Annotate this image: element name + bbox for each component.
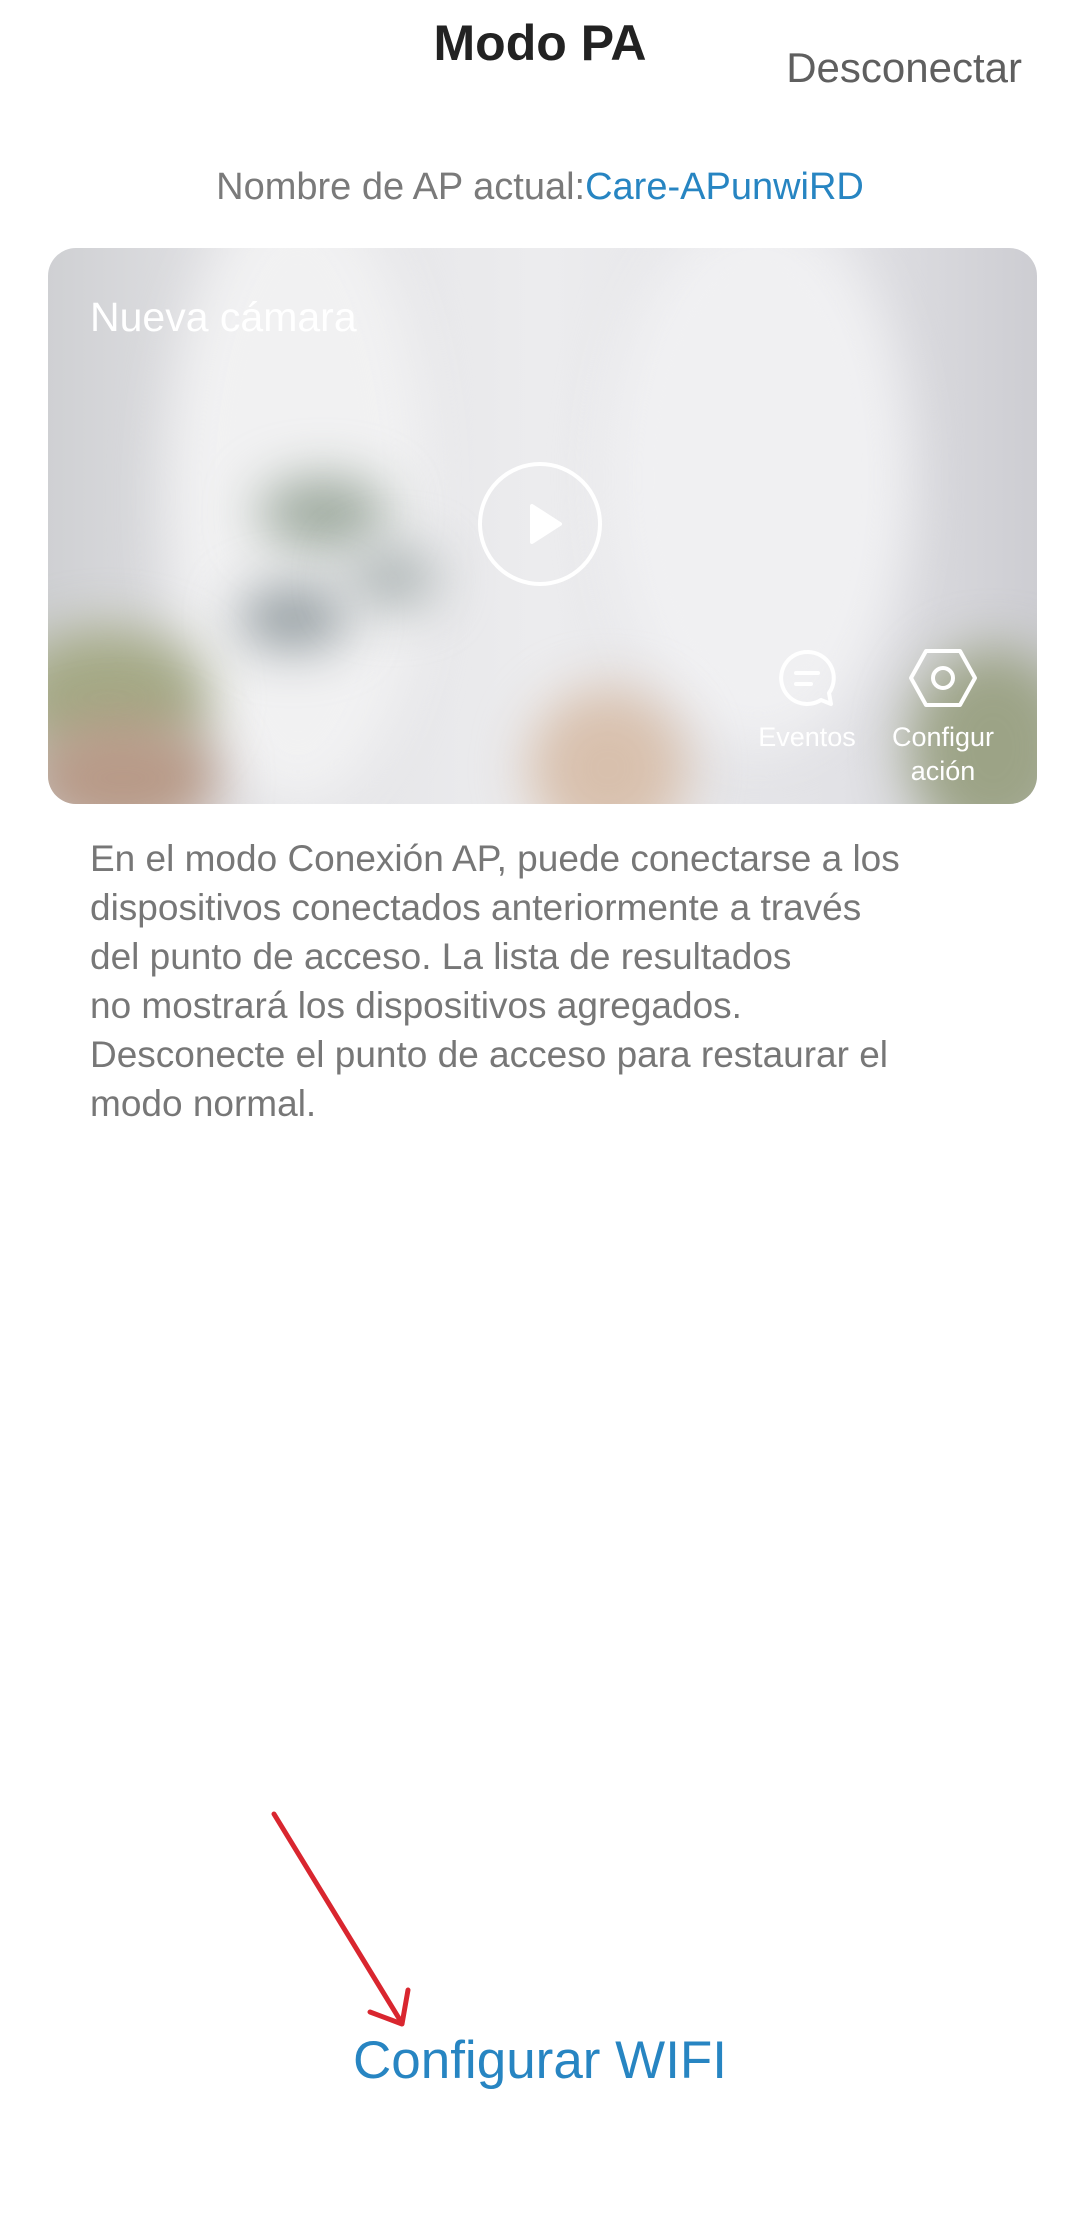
- ap-mode-description: En el modo Conexión AP, puede conectarse…: [90, 834, 1010, 1128]
- settings-label: Configur ación: [891, 722, 995, 786]
- play-icon: [530, 504, 562, 544]
- description-line: no mostrará los dispositivos agregados.: [90, 985, 742, 1026]
- description-line: modo normal.: [90, 1083, 317, 1124]
- chat-bubble-icon: [748, 646, 866, 718]
- play-button[interactable]: [478, 462, 602, 586]
- configure-wifi-button[interactable]: Configurar WIFI: [0, 2030, 1080, 2091]
- camera-preview-card[interactable]: Nueva cámara Eventos Configur ación: [48, 248, 1037, 804]
- description-line: Desconecte el punto de acceso para resta…: [90, 1034, 889, 1075]
- description-line: dispositivos conectados anteriormente a …: [90, 887, 862, 928]
- annotation-arrow-icon: [271, 1811, 411, 2027]
- current-ap-label: Nombre de AP actual:: [216, 166, 586, 208]
- settings-button[interactable]: Configur ación: [878, 646, 1008, 788]
- hexagon-settings-icon: [878, 646, 1008, 718]
- description-line: del punto de acceso. La lista de resulta…: [90, 936, 792, 977]
- current-ap-name: Care-APunwiRD: [585, 166, 864, 208]
- disconnect-button[interactable]: Desconectar: [786, 44, 1022, 92]
- description-line: En el modo Conexión AP, puede conectarse…: [90, 838, 900, 879]
- current-ap-info: Nombre de AP actual:Care-APunwiRD: [0, 166, 1080, 209]
- events-label: Eventos: [758, 722, 856, 752]
- events-button[interactable]: Eventos: [748, 646, 866, 754]
- camera-name: Nueva cámara: [90, 294, 357, 340]
